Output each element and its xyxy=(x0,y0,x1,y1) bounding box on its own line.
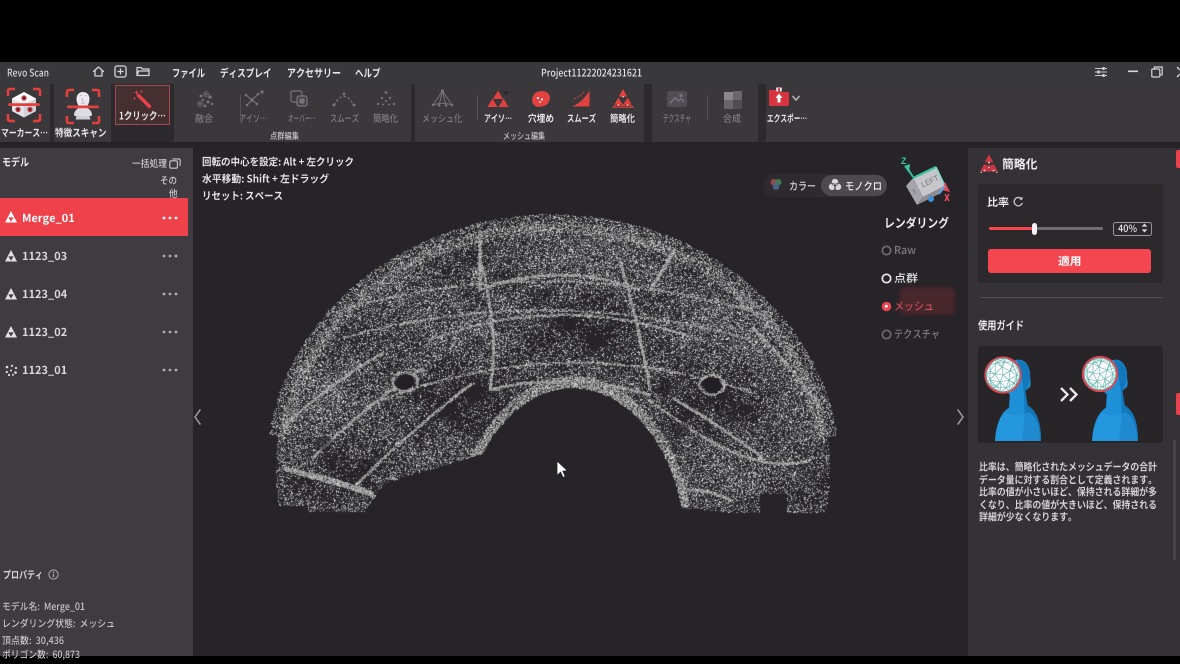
svg-text:Z: Z xyxy=(901,156,907,166)
